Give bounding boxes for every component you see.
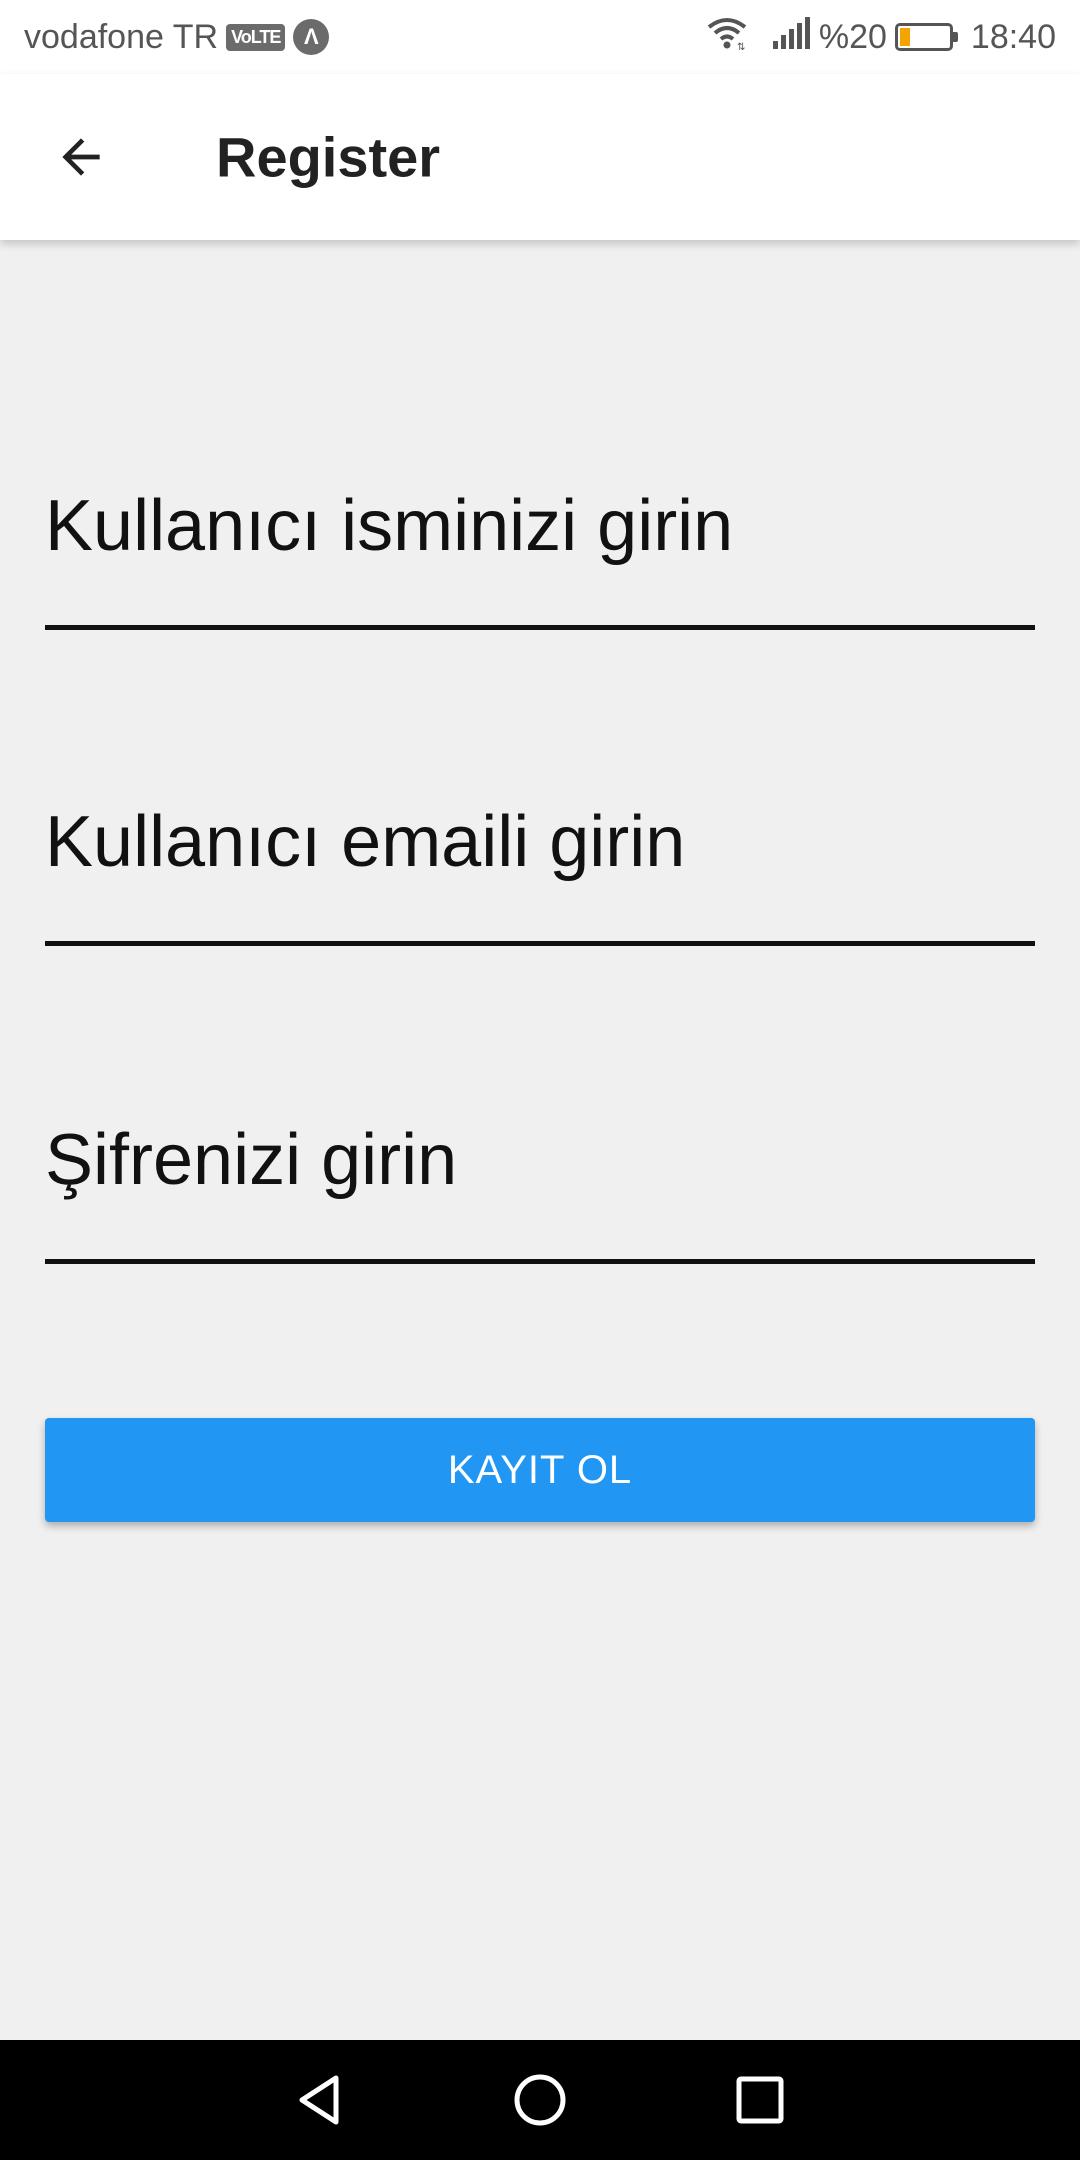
status-bar: vodafone TR VoLTE Λ ⇅ %20 18:40 [0, 0, 1080, 74]
signal-icon [771, 16, 811, 58]
navigation-bar [0, 2040, 1080, 2160]
app-notification-icon: Λ [293, 19, 330, 55]
page-title: Register [216, 125, 441, 189]
status-left: vodafone TR VoLTE Λ [24, 17, 330, 57]
wifi-icon: ⇅ [705, 15, 749, 60]
arrow-back-icon [62, 138, 100, 176]
nav-recents-button[interactable] [725, 2065, 795, 2135]
clock: 18:40 [970, 17, 1056, 56]
circle-home-icon [514, 2074, 566, 2126]
email-input[interactable] [45, 801, 1035, 883]
battery-icon [894, 23, 958, 51]
svg-text:⇅: ⇅ [737, 42, 745, 51]
status-right: ⇅ %20 18:40 [705, 15, 1056, 60]
nav-home-button[interactable] [505, 2065, 575, 2135]
password-field-container [45, 1114, 1035, 1264]
battery-percent: %20 [818, 17, 887, 56]
back-button[interactable] [46, 122, 116, 192]
nav-back-button[interactable] [285, 2065, 355, 2135]
square-recents-icon [736, 2076, 784, 2124]
carrier-name: vodafone TR [24, 17, 219, 56]
email-field-container [45, 796, 1035, 946]
app-bar: Register [0, 74, 1080, 240]
battery-level [899, 28, 911, 46]
triangle-back-icon [299, 2075, 339, 2125]
username-field-container [45, 480, 1035, 630]
register-button[interactable]: KAYIT OL [45, 1418, 1035, 1522]
volte-badge: VoLTE [226, 23, 286, 51]
password-input[interactable] [45, 1119, 1035, 1201]
username-input[interactable] [45, 485, 1035, 567]
